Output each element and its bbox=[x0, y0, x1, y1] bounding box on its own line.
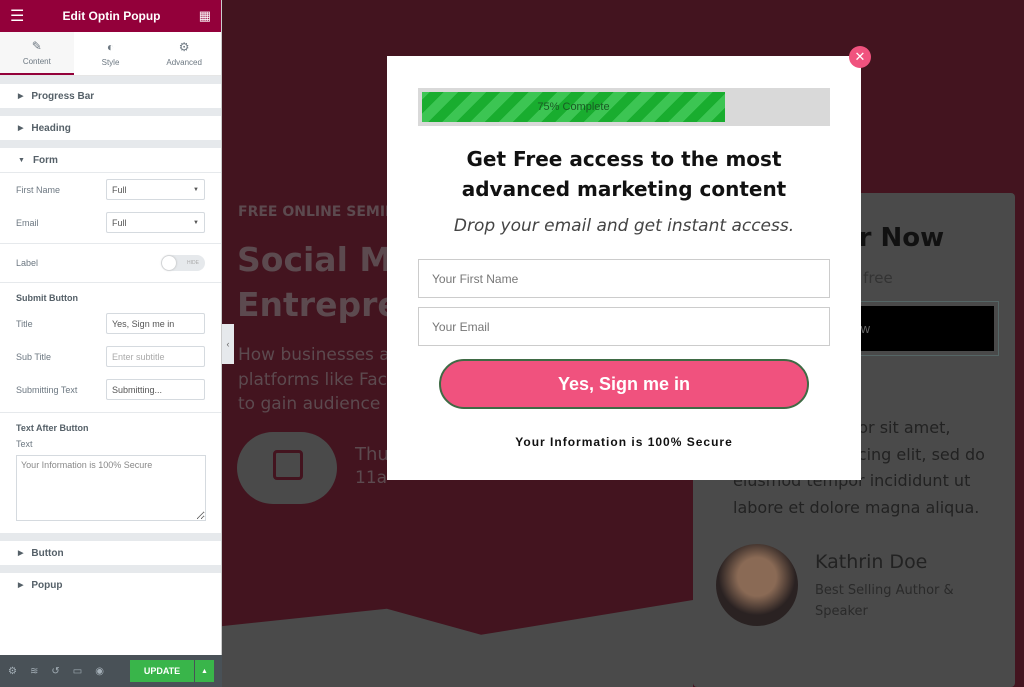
responsive-icon[interactable]: ▭ bbox=[73, 666, 82, 677]
seminar-date: Thu bbox=[355, 444, 389, 465]
panel-header: ☰ Edit Optin Popup ▦ bbox=[0, 0, 221, 32]
first-name-input[interactable]: Your First Name bbox=[418, 259, 830, 298]
first-name-select[interactable]: Full ▼ bbox=[106, 179, 205, 200]
grid-icon[interactable]: ▦ bbox=[199, 8, 211, 24]
update-button[interactable]: UPDATE bbox=[130, 660, 194, 682]
pencil-icon: ✎ bbox=[31, 39, 42, 53]
text-after-button-heading: Text After Button bbox=[16, 423, 89, 433]
first-name-row: First Name Full ▼ bbox=[0, 173, 221, 206]
panel-title: Edit Optin Popup bbox=[62, 9, 161, 23]
preview-eye-icon[interactable]: ◉ bbox=[95, 666, 104, 677]
caret-right-icon: ▶ bbox=[18, 550, 24, 557]
menu-icon[interactable]: ☰ bbox=[10, 6, 24, 26]
author-avatar bbox=[716, 544, 798, 626]
progress-bar-fill: 75% Complete bbox=[422, 92, 725, 122]
tab-style[interactable]: ◐ Style bbox=[74, 32, 148, 75]
update-options-button[interactable]: ▲ bbox=[195, 660, 214, 682]
email-input[interactable]: Your Email bbox=[418, 307, 830, 346]
submitting-row: Submitting Text Submitting... bbox=[0, 373, 221, 406]
seminar-desc-2: platforms like Fac bbox=[238, 370, 388, 390]
section-heading[interactable]: ▶ Heading bbox=[0, 108, 221, 140]
sign-in-button[interactable]: Yes, Sign me in bbox=[439, 359, 809, 409]
layers-icon[interactable]: ≋ bbox=[30, 666, 38, 677]
quote-line-4: labore et dolore magna aliqua. bbox=[733, 498, 980, 517]
subtitle-row: Sub Title Enter subtitle bbox=[0, 340, 221, 373]
caret-right-icon: ▶ bbox=[18, 582, 24, 589]
tab-content[interactable]: ✎ Content bbox=[0, 32, 74, 75]
contrast-icon: ◐ bbox=[106, 40, 115, 54]
collapse-panel-handle[interactable]: ‹ bbox=[222, 324, 234, 364]
settings-icon[interactable]: ⚙ bbox=[8, 666, 17, 677]
email-select[interactable]: Full ▼ bbox=[106, 212, 205, 233]
seminar-time: 11am PDT / 2pm EDT bbox=[355, 468, 387, 488]
history-icon[interactable]: ↺ bbox=[51, 666, 59, 677]
label-toggle[interactable]: HIDE bbox=[161, 255, 205, 271]
secure-text: Your Information is 100% Secure bbox=[515, 435, 733, 449]
editor-panel: ☰ Edit Optin Popup ▦ ✎ Content ◐ Style ⚙ Ad… bbox=[0, 0, 222, 687]
tab-advanced[interactable]: ⚙ Advanced bbox=[147, 32, 221, 75]
background-wave bbox=[222, 600, 693, 687]
quote-line-2: sicing elit, sed do bbox=[845, 445, 985, 464]
seminar-title-line2: Entrepre bbox=[237, 285, 400, 324]
section-button[interactable]: ▶ Button bbox=[0, 533, 221, 565]
text-label: Text bbox=[16, 439, 33, 449]
text-after-button-textarea[interactable]: Your Information is 100% Secure bbox=[16, 455, 206, 521]
author-role-2: Speaker bbox=[815, 604, 868, 619]
author-name: Kathrin Doe bbox=[815, 551, 928, 573]
calendar-cloud-icon bbox=[237, 432, 337, 504]
email-row: Email Full ▼ bbox=[0, 206, 221, 239]
section-form[interactable]: ▼ Form bbox=[0, 140, 221, 172]
seminar-desc-3: to gain audience bbox=[238, 394, 381, 414]
seminar-eyebrow: FREE ONLINE SEMIN bbox=[238, 204, 397, 220]
submitting-input[interactable]: Submitting... bbox=[106, 379, 205, 400]
gear-icon: ⚙ bbox=[178, 40, 190, 54]
section-popup[interactable]: ▶ Popup bbox=[0, 565, 221, 597]
close-icon[interactable]: ✕ bbox=[849, 46, 871, 68]
label-row: Label HIDE bbox=[0, 244, 221, 282]
optin-popup: 75% Complete Get Free access to the most… bbox=[387, 56, 861, 480]
caret-right-icon: ▶ bbox=[18, 125, 24, 132]
title-row: Title Yes, Sign me in bbox=[0, 307, 221, 340]
author-role-1: Best Selling Author & bbox=[815, 583, 954, 598]
progress-label: 75% Complete bbox=[537, 101, 610, 113]
popup-heading: Get Free access to the most advanced mar… bbox=[461, 147, 787, 201]
progress-bar: 75% Complete bbox=[418, 88, 830, 126]
chevron-down-icon: ▼ bbox=[193, 219, 199, 226]
submit-button-heading: Submit Button bbox=[16, 293, 78, 303]
caret-down-icon: ▼ bbox=[18, 156, 25, 164]
popup-subheading: Drop your email and get instant access. bbox=[453, 216, 795, 236]
chevron-down-icon: ▼ bbox=[193, 186, 199, 193]
title-input[interactable]: Yes, Sign me in bbox=[106, 313, 205, 334]
seminar-desc-1: How businesses a bbox=[238, 345, 390, 365]
panel-footer: ⚙ ≋ ↺ ▭ ◉ UPDATE ▲ bbox=[0, 655, 222, 687]
subtitle-input[interactable]: Enter subtitle bbox=[106, 346, 205, 367]
section-progress-bar[interactable]: ▶ Progress Bar bbox=[0, 76, 221, 108]
caret-right-icon: ▶ bbox=[18, 93, 24, 100]
